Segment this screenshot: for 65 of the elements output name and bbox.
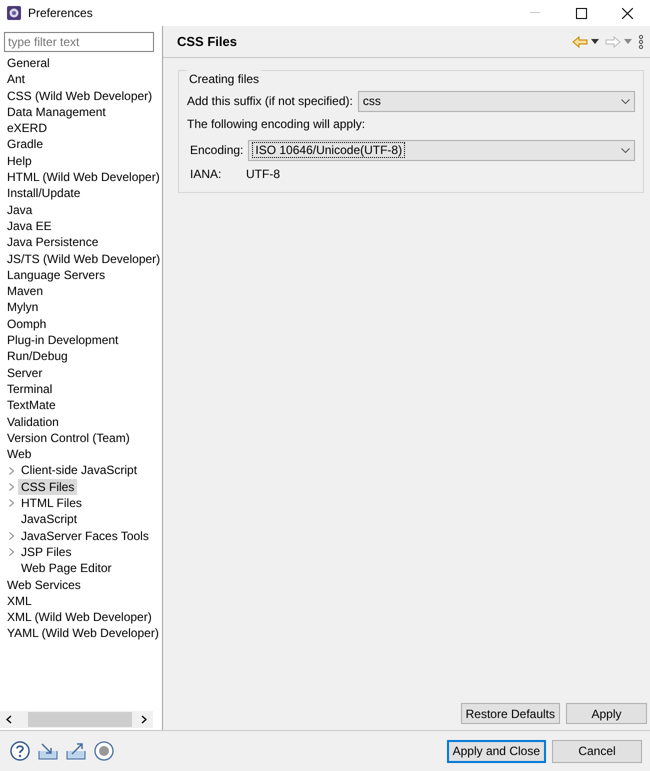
tree-item[interactable]: Ant [4, 71, 28, 88]
maximize-icon[interactable] [576, 8, 586, 18]
tree-item[interactable]: Install/Update [4, 185, 84, 202]
scroll-left-icon[interactable] [6, 715, 12, 724]
tree-item[interactable]: Web [4, 446, 34, 462]
suffix-label: Add this suffix (if not specified): [187, 93, 353, 110]
tree-item[interactable]: XML [4, 592, 35, 610]
tree-item[interactable]: Terminal [4, 380, 56, 398]
scroll-right-icon[interactable] [141, 715, 147, 724]
caret-icon[interactable] [591, 39, 599, 44]
tree-item[interactable]: Java EE [4, 218, 55, 234]
record-icon[interactable] [94, 741, 114, 761]
tree-item[interactable]: Java [4, 202, 36, 218]
tree-item[interactable]: Help [4, 152, 35, 170]
menu-icon[interactable] [638, 34, 644, 48]
tree-item[interactable]: TextMate [4, 397, 59, 414]
tree-item[interactable]: Version Control (Team) [4, 430, 133, 446]
app-icon [6, 5, 22, 21]
caret-icon[interactable] [621, 98, 630, 104]
help-icon[interactable] [10, 741, 30, 761]
tree-item[interactable]: Java Persistence [4, 234, 102, 251]
iana-label: IANA: [190, 166, 222, 183]
export-icon[interactable] [66, 742, 86, 760]
encoding-note: The following encoding will apply: [187, 116, 366, 133]
tree-item[interactable]: Server [4, 364, 46, 381]
close-icon[interactable] [622, 8, 632, 18]
page-title: CSS Files [177, 32, 238, 51]
tree-item[interactable]: JSP Files [18, 544, 74, 560]
encoding-label: Encoding: [190, 142, 244, 159]
tree-item[interactable]: Language Servers [4, 266, 108, 284]
tree-item[interactable]: Run/Debug [4, 348, 71, 365]
tree-item[interactable]: HTML (Wild Web Developer) [4, 169, 163, 186]
apply-button[interactable]: Apply [566, 703, 647, 724]
tree-item[interactable]: General [4, 55, 53, 72]
tree-item[interactable]: JavaScript [18, 511, 80, 528]
tree-item[interactable]: HTML Files [18, 495, 85, 512]
caret-icon[interactable] [621, 148, 630, 152]
restore-defaults-button[interactable]: Restore Defaults [460, 703, 560, 724]
tree-item[interactable]: YAML (Wild Web Developer) [4, 625, 162, 642]
tree-item[interactable]: XML (Wild Web Developer) [4, 609, 155, 626]
tree-item[interactable]: JS/TS (Wild Web Developer) [4, 250, 164, 267]
import-icon[interactable] [38, 742, 58, 760]
suffix-dropdown[interactable]: css [358, 90, 635, 112]
tree-item[interactable]: Validation [4, 414, 62, 430]
tree-item[interactable]: Gradle [4, 136, 46, 153]
tree-item[interactable]: Web Page Editor [18, 560, 114, 576]
tree-item[interactable]: JavaServer Faces Tools [18, 528, 152, 544]
cancel-button[interactable]: Cancel [552, 740, 642, 762]
tree-item[interactable]: CSS Files [18, 478, 78, 496]
tree-item[interactable]: Plug-in Development [4, 332, 122, 348]
tree-item[interactable]: Web Services [4, 576, 84, 593]
filter-field[interactable]: type filter text [4, 32, 154, 52]
tree-item[interactable]: CSS (Wild Web Developer) [4, 88, 156, 104]
tree-item[interactable]: eXERD [4, 120, 50, 136]
tree-item[interactable]: Oomph [4, 316, 50, 332]
window-title: Preferences [28, 5, 93, 22]
iana-value: UTF-8 [246, 166, 280, 183]
apply-and-close-button[interactable]: Apply and Close [446, 740, 546, 762]
encoding-dropdown[interactable]: ISO 10646/Unicode(UTF-8) [248, 140, 635, 160]
tree-item[interactable]: Maven [4, 283, 46, 300]
tree-item[interactable]: Data Management [4, 104, 109, 120]
group-title: Creating files [187, 70, 262, 88]
horizontal-scrollbar[interactable] [0, 711, 153, 728]
tree-item[interactable]: Mylyn [4, 299, 42, 316]
tree-item[interactable]: Client-side JavaScript [18, 462, 140, 479]
